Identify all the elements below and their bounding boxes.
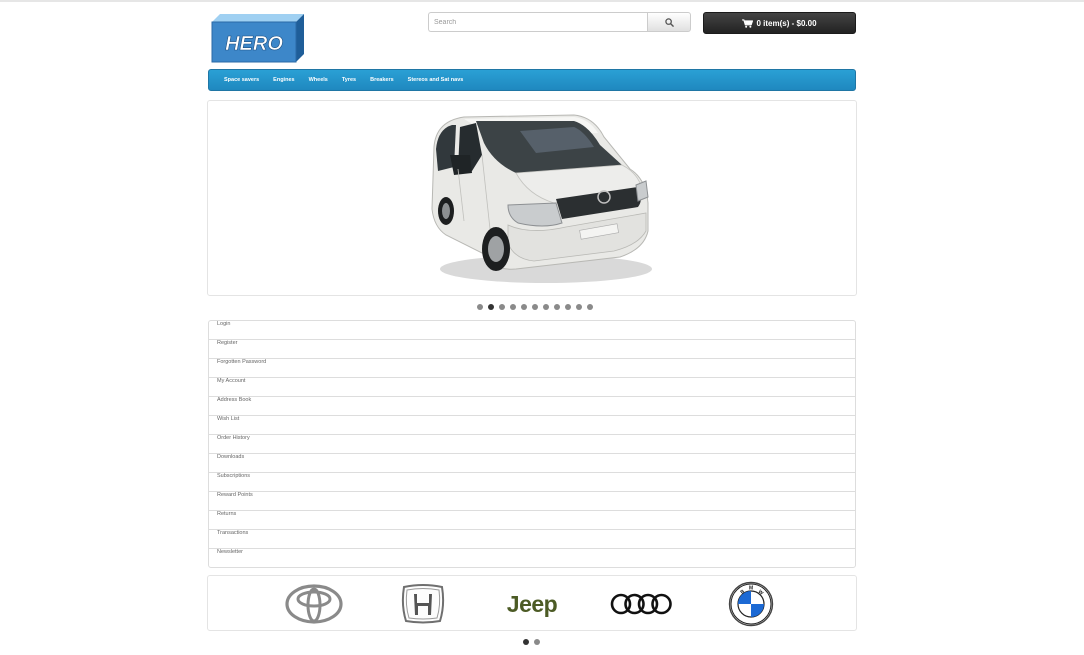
jeep-logo[interactable]: Jeep bbox=[495, 580, 569, 628]
logo-text: HERO bbox=[225, 33, 283, 55]
slideshow-pagination bbox=[477, 304, 593, 310]
list-item-forgotten-password[interactable]: Forgotten Password bbox=[209, 359, 855, 378]
slideshow-dot[interactable] bbox=[576, 304, 582, 310]
list-item-downloads[interactable]: Downloads bbox=[209, 454, 855, 473]
slideshow-dot[interactable] bbox=[488, 304, 494, 310]
top-border bbox=[0, 0, 1084, 2]
list-item-register[interactable]: Register bbox=[209, 340, 855, 359]
bmw-logo[interactable]: B M W bbox=[726, 580, 776, 628]
account-menu: Login Register Forgotten Password My Acc… bbox=[208, 320, 856, 568]
slideshow-dot[interactable] bbox=[521, 304, 527, 310]
brand-carousel-dot[interactable] bbox=[534, 639, 540, 645]
nav-item-breakers[interactable]: Breakers bbox=[370, 77, 394, 83]
bmw-letter-m: M bbox=[749, 586, 753, 592]
nav-item-tyres[interactable]: Tyres bbox=[342, 77, 356, 83]
search-icon bbox=[664, 17, 674, 27]
list-item-address-book[interactable]: Address Book bbox=[209, 397, 855, 416]
nav-item-stereos-and-sat-navs[interactable]: Stereos and Sat navs bbox=[408, 77, 464, 83]
cart-total: 0 item(s) - $0.00 bbox=[756, 18, 817, 28]
store-logo[interactable]: HERO bbox=[210, 12, 306, 64]
list-item-transactions[interactable]: Transactions bbox=[209, 530, 855, 549]
list-item-newsletter[interactable]: Newsletter bbox=[209, 549, 855, 567]
audi-logo[interactable] bbox=[608, 580, 674, 628]
slideshow-dot[interactable] bbox=[543, 304, 549, 310]
list-item-reward-points[interactable]: Reward Points bbox=[209, 492, 855, 511]
slideshow-dot[interactable] bbox=[532, 304, 538, 310]
slideshow-dot[interactable] bbox=[565, 304, 571, 310]
slideshow-dot[interactable] bbox=[499, 304, 505, 310]
slideshow-dot[interactable] bbox=[554, 304, 560, 310]
list-item-subscriptions[interactable]: Subscriptions bbox=[209, 473, 855, 492]
jeep-logo-text: Jeep bbox=[506, 590, 558, 617]
slideshow-dot[interactable] bbox=[510, 304, 516, 310]
search-input[interactable] bbox=[428, 12, 647, 32]
brand-carousel: Jeep B M W bbox=[207, 575, 857, 631]
slideshow-dot[interactable] bbox=[477, 304, 483, 310]
brand-carousel-dot[interactable] bbox=[523, 639, 529, 645]
list-item-returns[interactable]: Returns bbox=[209, 511, 855, 530]
list-item-wish-list[interactable]: Wish List bbox=[209, 416, 855, 435]
nav-item-engines[interactable]: Engines bbox=[273, 77, 294, 83]
nav-item-wheels[interactable]: Wheels bbox=[309, 77, 328, 83]
search-button[interactable] bbox=[647, 12, 691, 32]
list-item-login[interactable]: Login bbox=[209, 321, 855, 340]
toyota-logo[interactable] bbox=[283, 580, 345, 628]
category-nav: Space savers Engines Wheels Tyres Breake… bbox=[208, 69, 856, 91]
honda-logo[interactable] bbox=[398, 580, 448, 628]
nav-item-space-savers[interactable]: Space savers bbox=[224, 77, 259, 83]
slideshow[interactable] bbox=[207, 100, 857, 296]
cart-button[interactable]: 0 item(s) - $0.00 bbox=[703, 12, 856, 34]
slideshow-dot[interactable] bbox=[587, 304, 593, 310]
white-van-photo bbox=[431, 114, 652, 283]
cart-icon bbox=[742, 18, 754, 28]
list-item-order-history[interactable]: Order History bbox=[209, 435, 855, 454]
search-bar bbox=[428, 12, 691, 32]
list-item-my-account[interactable]: My Account bbox=[209, 378, 855, 397]
brand-carousel-pagination bbox=[523, 639, 540, 645]
